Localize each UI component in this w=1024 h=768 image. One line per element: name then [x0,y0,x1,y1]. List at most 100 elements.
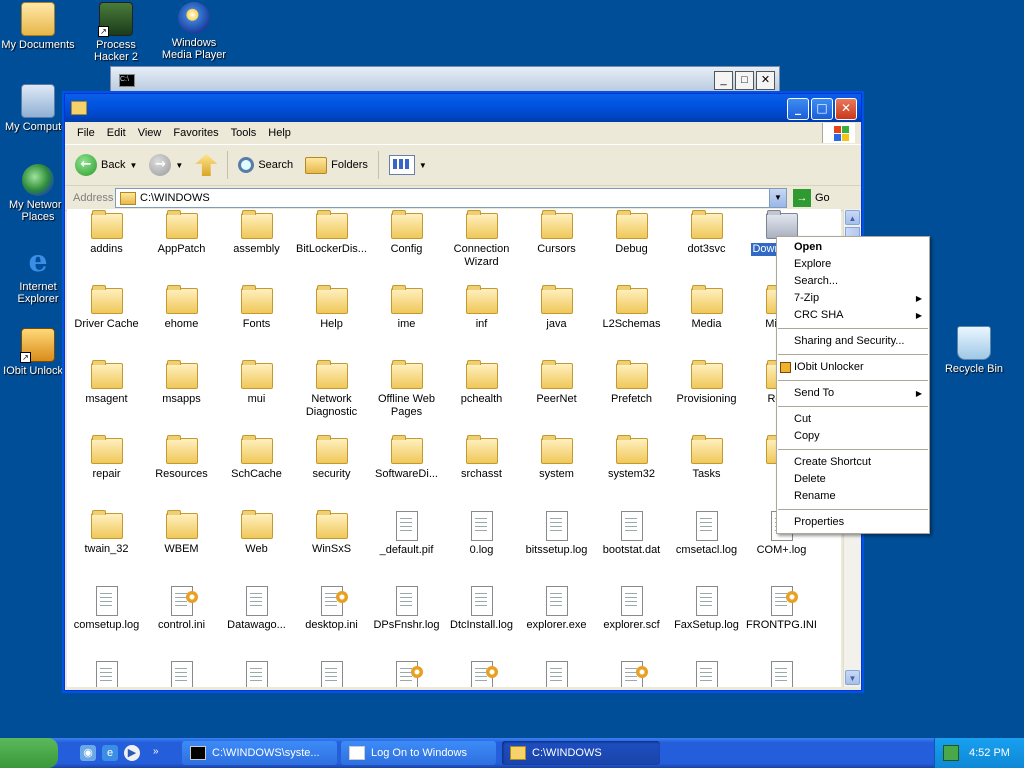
desktop-icon-windows-media-player[interactable]: Windows Media Player [156,2,232,61]
clock[interactable]: 4:52 PM [969,747,1010,759]
address-dropdown-icon[interactable]: ▼ [769,189,786,207]
start-button[interactable] [0,738,58,768]
cmd-title-bar[interactable]: C:\ _ □ ✕ [111,67,779,93]
file-item[interactable]: twain_32 [69,509,144,584]
explorer-title-bar[interactable]: _ □ ✕ [65,94,861,122]
context-menu-item[interactable]: Copy [777,428,929,445]
file-item[interactable] [144,659,219,687]
file-item[interactable]: Network Diagnostic [294,359,369,434]
scroll-up-icon[interactable]: ▲ [845,210,860,225]
context-menu-item[interactable]: Delete [777,471,929,488]
close-button[interactable]: ✕ [835,98,857,120]
file-item[interactable]: Provisioning [669,359,744,434]
file-list[interactable]: addins AppPatch assembly BitLockerDis... Con… [67,209,841,687]
file-item[interactable]: desktop.ini [294,584,369,659]
file-item[interactable]: 0.log [444,509,519,584]
file-item[interactable]: Offline Web Pages [369,359,444,434]
file-item[interactable]: addins [69,209,144,284]
file-item[interactable]: ehome [144,284,219,359]
quick-launch-more-icon[interactable]: » [153,746,159,757]
file-item[interactable]: explorer.scf [594,584,669,659]
file-item[interactable]: ime [369,284,444,359]
file-item[interactable]: Cursors [519,209,594,284]
menu-view[interactable]: View [132,127,168,139]
context-menu-item[interactable]: Sharing and Security... [777,333,929,350]
file-item[interactable] [219,659,294,687]
file-item[interactable]: DPsFnshr.log [369,584,444,659]
quick-launch-media-icon[interactable]: ▶ [124,745,140,761]
file-item[interactable]: FRONTPG.INI [744,584,819,659]
minimize-button[interactable]: _ [787,98,809,120]
file-item[interactable]: system32 [594,434,669,509]
file-item[interactable]: Config [369,209,444,284]
file-item[interactable]: Driver Cache [69,284,144,359]
address-input[interactable]: C:\WINDOWS ▼ [115,188,787,208]
desktop-icon-process-hacker[interactable]: ↗ Process Hacker 2 [78,2,154,63]
file-item[interactable]: control.ini [144,584,219,659]
file-item[interactable]: DtcInstall.log [444,584,519,659]
file-item[interactable]: SchCache [219,434,294,509]
quick-launch-desktop-icon[interactable]: ◉ [80,745,96,761]
menu-edit[interactable]: Edit [101,127,132,139]
file-item[interactable]: Debug [594,209,669,284]
file-item[interactable]: PeerNet [519,359,594,434]
file-item[interactable]: cmsetacl.log [669,509,744,584]
file-item[interactable]: java [519,284,594,359]
menu-tools[interactable]: Tools [225,127,263,139]
file-item[interactable]: mui [219,359,294,434]
file-item[interactable]: Web [219,509,294,584]
file-item[interactable]: explorer.exe [519,584,594,659]
file-item[interactable]: BitLockerDis... [294,209,369,284]
context-menu-item[interactable]: CRC SHA ▶ [777,307,929,324]
context-menu-item[interactable]: Create Shortcut [777,454,929,471]
file-item[interactable]: Fonts [219,284,294,359]
desktop-icon-my-documents[interactable]: My Documents [0,2,76,51]
file-item[interactable]: Connection Wizard [444,209,519,284]
views-button[interactable]: ▼ [385,149,431,181]
file-item[interactable]: inf [444,284,519,359]
file-item[interactable]: pchealth [444,359,519,434]
file-item[interactable] [69,659,144,687]
file-item[interactable]: security [294,434,369,509]
forward-dropdown-icon[interactable]: ▼ [175,161,183,170]
file-item[interactable] [669,659,744,687]
file-item[interactable]: Prefetch [594,359,669,434]
context-menu-item[interactable]: 7-Zip ▶ [777,290,929,307]
scroll-down-icon[interactable]: ▼ [845,670,860,685]
menu-file[interactable]: File [71,127,101,139]
file-item[interactable] [294,659,369,687]
go-button[interactable]: → Go [793,189,830,207]
file-item[interactable]: repair [69,434,144,509]
file-item[interactable]: comsetup.log [69,584,144,659]
file-item[interactable]: Resources [144,434,219,509]
cmd-close-button[interactable]: ✕ [756,70,775,90]
context-menu-item[interactable]: Open [777,239,929,256]
file-item[interactable]: Tasks [669,434,744,509]
back-button[interactable]: ← Back ▼ [71,149,141,181]
file-item[interactable] [744,659,819,687]
search-button[interactable]: Search [234,149,297,181]
context-menu-item[interactable]: Search... [777,273,929,290]
quick-launch-ie-icon[interactable]: e [102,745,118,761]
task-cmd[interactable]: C:\WINDOWS\syste... [182,741,337,765]
file-item[interactable]: WBEM [144,509,219,584]
file-item[interactable]: Help [294,284,369,359]
file-item[interactable]: WinSxS [294,509,369,584]
file-item[interactable]: _default.pif [369,509,444,584]
network-tray-icon[interactable] [943,745,959,761]
folders-button[interactable]: Folders [301,149,372,181]
task-explorer[interactable]: C:\WINDOWS [502,741,660,765]
file-item[interactable]: FaxSetup.log [669,584,744,659]
context-menu-item[interactable]: Cut [777,411,929,428]
file-item[interactable]: dot3svc [669,209,744,284]
file-item[interactable] [594,659,669,687]
file-item[interactable]: L2Schemas [594,284,669,359]
file-item[interactable]: msagent [69,359,144,434]
context-menu-item[interactable]: Rename [777,488,929,505]
back-dropdown-icon[interactable]: ▼ [129,161,137,170]
file-item[interactable]: bootstat.dat [594,509,669,584]
desktop-icon-recycle-bin[interactable]: Recycle Bin [936,326,1012,375]
context-menu-item[interactable]: Properties [777,514,929,531]
file-item[interactable]: Datawago... [219,584,294,659]
up-button[interactable] [191,149,221,181]
